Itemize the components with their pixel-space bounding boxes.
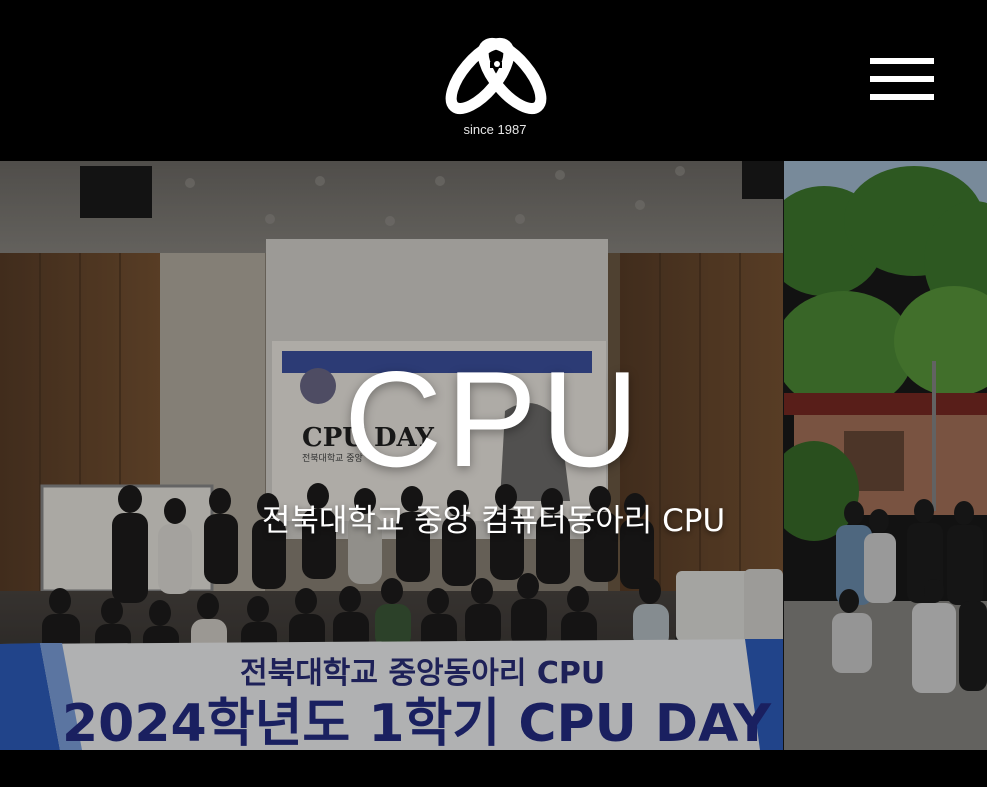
bottom-bar [0,750,987,787]
site-header: since 1987 [0,0,987,161]
since-text: since 1987 [463,122,527,137]
cpu-logo-icon[interactable] [440,36,552,116]
hero-subtitle: 전북대학교 중앙 컴퓨터동아리 CPU [261,503,726,539]
hamburger-menu-icon[interactable] [868,56,936,104]
hero-title: CPU [343,343,644,495]
hero-slider[interactable]: CPU DAY 전북대학교 중앙 전북대학교 중앙동아리 CPU 2024학년도… [0,161,987,750]
